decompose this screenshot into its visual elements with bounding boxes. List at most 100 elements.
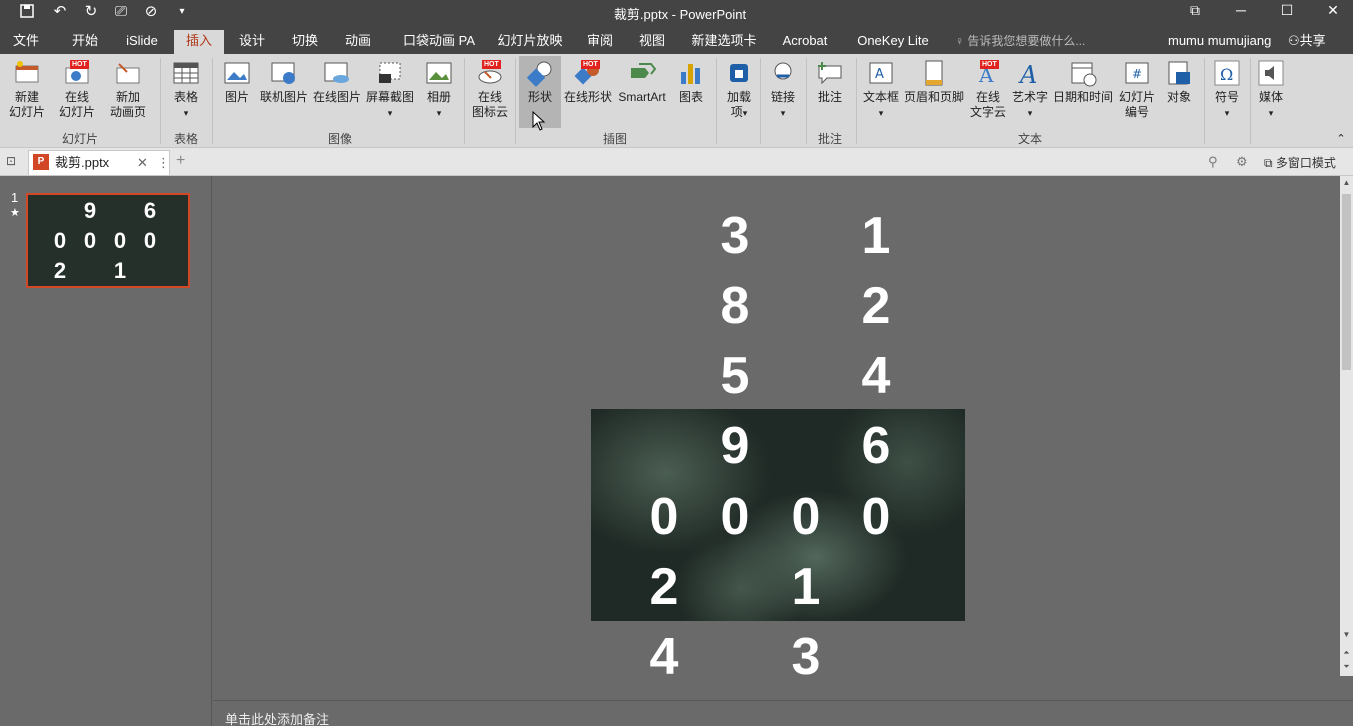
- close-tab-icon[interactable]: ✕: [137, 151, 148, 174]
- dropdown-arrow-icon: ▾: [878, 108, 884, 118]
- dropdown-arrow-icon: ▾: [1268, 108, 1274, 118]
- group-separator: [856, 58, 857, 144]
- slide-number-button[interactable]: # 幻灯片 编号: [1116, 56, 1158, 120]
- slide-digit[interactable]: 4: [634, 627, 694, 687]
- document-tab[interactable]: P 裁剪.pptx ✕ ⋮: [28, 150, 170, 175]
- table-icon: [173, 62, 199, 84]
- wordart-button[interactable]: A 艺术字 ▾: [1010, 56, 1050, 121]
- slideshow-start-icon[interactable]: ⎚: [110, 0, 132, 22]
- tab-home[interactable]: 开始: [62, 30, 108, 54]
- symbols-button[interactable]: Ω 符号 ▾: [1208, 56, 1246, 121]
- group-separator: [806, 58, 807, 144]
- thumb-digit: 1: [113, 258, 127, 283]
- chart-button[interactable]: 图表: [672, 56, 710, 105]
- minimize-button[interactable]: ─: [1218, 0, 1264, 20]
- online-icon-cloud-button[interactable]: HOT 在线 图标云: [468, 56, 512, 120]
- tab-review[interactable]: 审阅: [580, 30, 620, 54]
- save-icon[interactable]: [16, 0, 38, 22]
- slide-digit[interactable]: 1: [776, 557, 836, 617]
- next-slide-icon[interactable]: ⏷: [1340, 662, 1353, 674]
- ribbon-display-options-icon[interactable]: ⧉: [1172, 0, 1218, 20]
- date-time-button[interactable]: 日期和时间: [1052, 56, 1114, 105]
- header-footer-button[interactable]: 页眉和页脚: [904, 56, 964, 105]
- tab-acrobat[interactable]: Acrobat: [774, 30, 836, 54]
- user-name[interactable]: mumu mumujiang: [1168, 30, 1271, 54]
- new-slide-button[interactable]: 新建 幻灯片: [4, 56, 50, 120]
- tab-design[interactable]: 设计: [230, 30, 274, 54]
- thumb-digit: 0: [113, 228, 127, 253]
- collapse-ribbon-icon[interactable]: ⌃: [1334, 132, 1348, 147]
- previous-slide-icon[interactable]: ⏶: [1340, 648, 1353, 660]
- settings-gear-icon[interactable]: ⚙: [1236, 154, 1248, 170]
- tab-slideshow[interactable]: 幻灯片放映: [490, 30, 570, 54]
- tab-menu-icon[interactable]: ⋮: [157, 151, 170, 174]
- tell-me-search[interactable]: ♀ 告诉我您想要做什么...: [955, 30, 1085, 54]
- tab-insert[interactable]: 插入: [174, 30, 224, 54]
- object-button[interactable]: 对象: [1160, 56, 1198, 105]
- smartart-button[interactable]: SmartArt: [615, 56, 669, 105]
- slide-digit[interactable]: 6: [846, 416, 906, 476]
- multi-window-mode-button[interactable]: ⧉ 多窗口模式: [1264, 154, 1336, 171]
- comment-button[interactable]: 批注: [810, 56, 850, 105]
- new-tab-icon[interactable]: +: [176, 152, 185, 170]
- addins-button[interactable]: 加载 项▾: [720, 56, 758, 121]
- close-button[interactable]: ✕: [1310, 0, 1353, 20]
- tab-islide[interactable]: iSlide: [118, 30, 166, 54]
- shapes-icon: [526, 61, 552, 87]
- tab-view[interactable]: 视图: [632, 30, 672, 54]
- slide-digit[interactable]: 0: [776, 487, 836, 547]
- slide-digit[interactable]: 0: [634, 487, 694, 547]
- screenshot-button[interactable]: 屏幕截图 ▾: [364, 56, 416, 121]
- slide-digit[interactable]: 3: [776, 627, 836, 687]
- tab-new-tab[interactable]: 新建选项卡: [684, 30, 764, 54]
- tab-file[interactable]: 文件: [4, 30, 48, 54]
- tab-onekey-lite[interactable]: OneKey Lite: [850, 30, 936, 54]
- scrollbar-thumb[interactable]: [1342, 194, 1351, 370]
- customize-qat-icon[interactable]: ▾: [174, 0, 190, 22]
- scroll-up-icon[interactable]: ▲: [1340, 178, 1353, 190]
- slide-digit[interactable]: 4: [846, 346, 906, 406]
- online-pictures-button[interactable]: 联机图片: [258, 56, 310, 105]
- media-button[interactable]: 媒体 ▾: [1252, 56, 1290, 121]
- speaker-icon: [1258, 60, 1284, 86]
- zoom-icon[interactable]: ⚲: [1208, 154, 1218, 170]
- touch-mode-icon[interactable]: ⊘: [136, 0, 166, 22]
- slide-digit[interactable]: 1: [846, 206, 906, 266]
- slide-digit[interactable]: 0: [846, 487, 906, 547]
- wordart-icon: A: [1018, 61, 1037, 88]
- slide-digit[interactable]: 9: [705, 416, 765, 476]
- notes-placeholder: 单击此处添加备注: [225, 712, 330, 726]
- picture-button[interactable]: 图片: [218, 56, 256, 105]
- slide-digit[interactable]: 8: [705, 276, 765, 336]
- online-pictures-2-button[interactable]: 在线图片: [312, 56, 362, 105]
- redo-icon[interactable]: ↻: [80, 0, 102, 22]
- online-slide-button[interactable]: HOT 在线 幻灯片: [54, 56, 100, 120]
- vertical-scrollbar[interactable]: ▲ ▼ ⏶ ⏷: [1340, 176, 1353, 676]
- slide-digit[interactable]: 2: [846, 276, 906, 336]
- table-button[interactable]: 表格 ▾: [166, 56, 206, 121]
- link-button[interactable]: 链接 ▾: [764, 56, 802, 121]
- undo-icon[interactable]: ↶: [46, 0, 74, 22]
- slide-digit[interactable]: 3: [705, 206, 765, 266]
- slide-thumbnail-1[interactable]: 9 6 0 0 0 0 2 1: [26, 193, 190, 288]
- maximize-button[interactable]: ☐: [1264, 0, 1310, 20]
- tab-animations[interactable]: 动画: [336, 30, 380, 54]
- notes-pane[interactable]: 单击此处添加备注: [213, 700, 1353, 726]
- share-button[interactable]: ⚇共享: [1288, 30, 1326, 54]
- online-shapes-button[interactable]: HOT 在线形状: [563, 56, 613, 105]
- ribbon-insert: 新建 幻灯片 HOT 在线 幻灯片 新加 动画页 幻灯片 表格 ▾ 表格 图片 联…: [0, 54, 1353, 148]
- slide-digit[interactable]: 2: [634, 557, 694, 617]
- new-animation-page-button[interactable]: 新加 动画页: [104, 56, 152, 120]
- scroll-down-icon[interactable]: ▼: [1340, 630, 1353, 642]
- online-wordcloud-button[interactable]: HOT A 在线 文字云: [966, 56, 1010, 120]
- textbox-button[interactable]: A 文本框 ▾: [860, 56, 902, 121]
- slide-digit[interactable]: 0: [705, 487, 765, 547]
- tab-pocket-animation[interactable]: 口袋动画 PA: [394, 30, 484, 54]
- tab-transitions[interactable]: 切换: [282, 30, 328, 54]
- new-slide-icon: [15, 61, 39, 83]
- tab-list-icon[interactable]: ⊡: [6, 154, 16, 168]
- slide-digit[interactable]: 5: [705, 346, 765, 406]
- photo-album-button[interactable]: 相册 ▾: [420, 56, 458, 121]
- photo-album-icon: [426, 62, 452, 84]
- addins-icon: [730, 64, 748, 82]
